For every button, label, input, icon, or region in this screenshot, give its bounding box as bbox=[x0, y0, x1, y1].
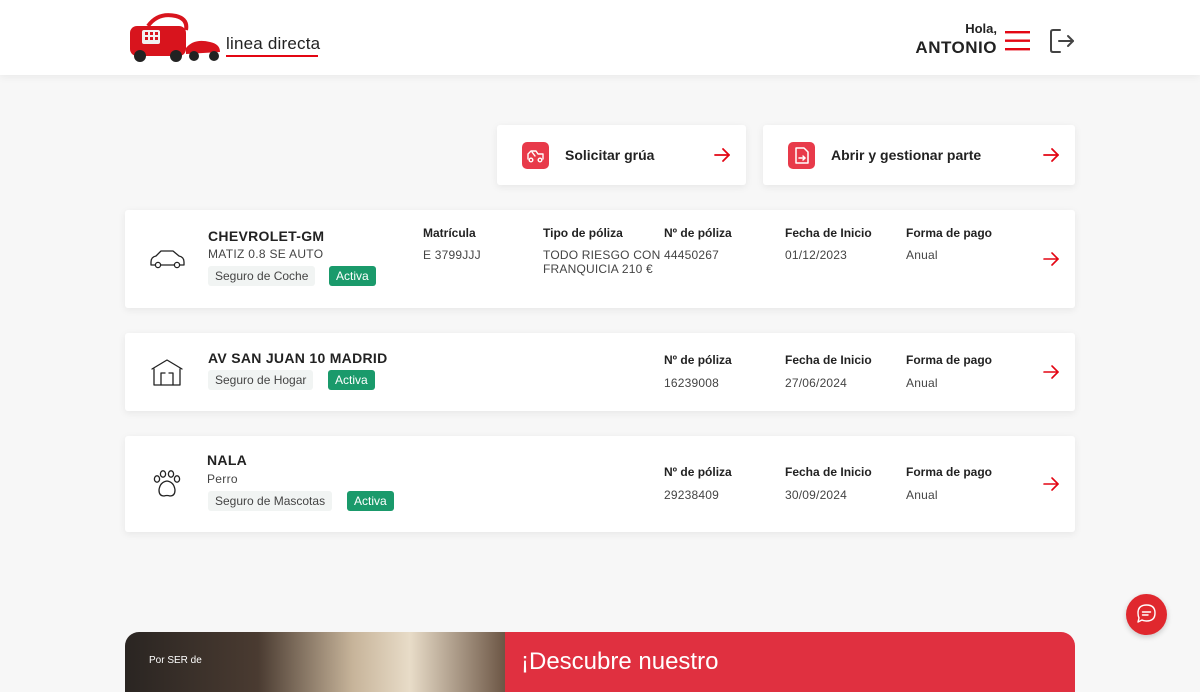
status-badge: Activa bbox=[329, 266, 376, 286]
linea-directa-logo[interactable]: linea directa bbox=[128, 10, 328, 64]
status-badge: Activa bbox=[328, 370, 375, 390]
policy-title: NALA bbox=[207, 452, 248, 468]
greeting-text: Hola, bbox=[965, 21, 997, 36]
policy-number-header: Nº de póliza bbox=[664, 226, 732, 240]
claim-document-icon bbox=[788, 142, 815, 169]
payment-method-header: Forma de pago bbox=[906, 465, 993, 479]
policy-number-value: 44450267 bbox=[664, 248, 719, 262]
policy-number-header: Nº de póliza bbox=[664, 465, 732, 479]
policy-title: AV SAN JUAN 10 MADRID bbox=[208, 350, 388, 366]
policy-number-value: 16239008 bbox=[664, 376, 719, 390]
plate-header: Matrícula bbox=[423, 226, 476, 240]
arrow-right-icon bbox=[714, 148, 730, 162]
payment-method-header: Forma de pago bbox=[906, 226, 993, 240]
policy-type-badge: Seguro de Mascotas bbox=[208, 491, 333, 511]
promo-image-caption: Por SER de bbox=[149, 655, 202, 666]
hamburger-menu-button[interactable] bbox=[1005, 30, 1031, 52]
payment-method-value: Anual bbox=[906, 376, 938, 390]
policy-card-home[interactable]: AV SAN JUAN 10 MADRID Seguro de Hogar Ac… bbox=[125, 333, 1075, 411]
promo-text-panel: ¡Descubre nuestro bbox=[505, 632, 1075, 692]
chat-button[interactable] bbox=[1126, 594, 1167, 635]
logout-icon bbox=[1050, 29, 1074, 53]
start-date-value: 30/09/2024 bbox=[785, 488, 848, 502]
tow-truck-icon bbox=[522, 142, 549, 169]
red-phone-car-logo-icon bbox=[130, 13, 220, 62]
hamburger-menu-icon bbox=[1005, 31, 1030, 51]
promo-headline: ¡Descubre nuestro bbox=[521, 648, 719, 675]
status-badge: Activa bbox=[347, 491, 394, 511]
arrow-right-icon bbox=[1043, 148, 1059, 162]
arrow-right-icon bbox=[1043, 252, 1059, 266]
start-date-header: Fecha de Inicio bbox=[785, 226, 872, 240]
arrow-right-icon bbox=[1043, 365, 1059, 379]
start-date-header: Fecha de Inicio bbox=[785, 353, 872, 367]
plate-value: E 3799JJJ bbox=[423, 248, 481, 262]
open-claim-label: Abrir y gestionar parte bbox=[831, 147, 982, 163]
policy-subtitle: Perro bbox=[207, 472, 238, 486]
start-date-header: Fecha de Inicio bbox=[785, 465, 872, 479]
promo-banner[interactable]: Por SER de ¡Descubre nuestro bbox=[125, 632, 1075, 692]
policy-type-badge: Seguro de Hogar bbox=[208, 370, 314, 390]
policy-card-pet[interactable]: NALA Perro Seguro de Mascotas Activa Nº … bbox=[125, 436, 1075, 532]
policy-type-badge: Seguro de Coche bbox=[208, 266, 316, 286]
logo-text: linea directa bbox=[226, 34, 321, 53]
user-greeting: Hola, ANTONIO bbox=[915, 21, 997, 58]
logo-underline bbox=[226, 55, 318, 57]
car-icon bbox=[150, 250, 185, 269]
start-date-value: 27/06/2024 bbox=[785, 376, 848, 390]
policy-number-header: Nº de póliza bbox=[664, 353, 732, 367]
policy-title: CHEVROLET-GM bbox=[208, 228, 325, 244]
policy-card-car[interactable]: CHEVROLET-GM MATIZ 0.8 SE AUTO Seguro de… bbox=[125, 210, 1075, 308]
promo-image: Por SER de bbox=[125, 632, 505, 692]
user-name: ANTONIO bbox=[915, 38, 997, 57]
paw-icon bbox=[153, 470, 181, 497]
top-header: linea directa Hola, ANTONIO bbox=[0, 0, 1200, 75]
policy-subtitle: MATIZ 0.8 SE AUTO bbox=[208, 247, 324, 261]
request-tow-label: Solicitar grúa bbox=[565, 147, 655, 163]
arrow-right-icon bbox=[1043, 477, 1059, 491]
house-icon bbox=[151, 359, 183, 386]
payment-method-value: Anual bbox=[906, 248, 938, 262]
start-date-value: 01/12/2023 bbox=[785, 248, 848, 262]
open-claim-button[interactable]: Abrir y gestionar parte bbox=[763, 125, 1075, 185]
payment-method-value: Anual bbox=[906, 488, 938, 502]
request-tow-button[interactable]: Solicitar grúa bbox=[497, 125, 746, 185]
policy-kind-value: TODO RIESGO CON FRANQUICIA 210 € bbox=[543, 248, 661, 276]
chat-bubble-icon bbox=[1137, 604, 1156, 623]
policy-kind-header: Tipo de póliza bbox=[543, 226, 623, 240]
payment-method-header: Forma de pago bbox=[906, 353, 993, 367]
logout-button[interactable] bbox=[1048, 27, 1076, 55]
policy-number-value: 29238409 bbox=[664, 488, 719, 502]
